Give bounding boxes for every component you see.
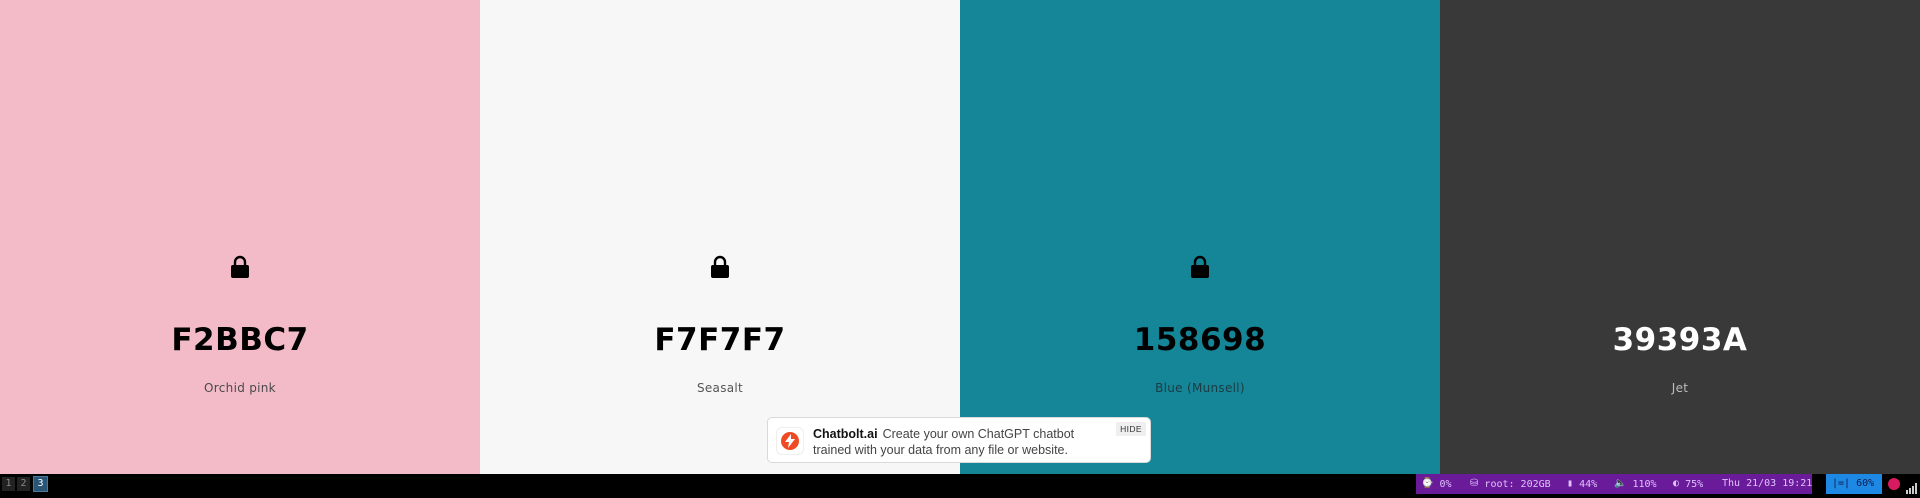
hex-code[interactable]: 158698	[960, 322, 1440, 358]
color-swatch-3[interactable]: 158698 Blue (Munsell)	[960, 0, 1440, 474]
color-name: Jet	[1671, 381, 1689, 395]
color-swatch-4[interactable]: 39393A Jet	[1440, 0, 1920, 474]
color-swatch-1[interactable]: F2BBC7 Orchid pink	[0, 0, 480, 474]
battery-icon: ◐	[1673, 478, 1680, 489]
gauge-icon: ⌚	[1421, 478, 1434, 489]
memory-icon: ▮	[1567, 478, 1574, 489]
hide-button[interactable]: HIDE	[1116, 422, 1146, 436]
app-tray-icon[interactable]	[1888, 478, 1900, 490]
sponsor-text[interactable]: Chatbolt.ai Create your own ChatGPT chatb…	[813, 426, 1103, 458]
disk-status: ⛁ root: 202GB	[1470, 474, 1551, 494]
brightness-status[interactable]: |=| 60%	[1826, 474, 1882, 494]
hex-code[interactable]: 39393A	[1440, 322, 1920, 358]
battery-status: ◐ 75%	[1673, 474, 1704, 494]
workspace-2[interactable]: 2	[17, 477, 30, 491]
chatbolt-logo	[776, 427, 804, 455]
workspace-1[interactable]: 1	[2, 477, 15, 491]
color-palette: F2BBC7 Orchid pink F7F7F7 Seasalt 158698…	[0, 0, 1920, 474]
lock-icon[interactable]	[230, 255, 250, 279]
lock-icon[interactable]	[1190, 255, 1210, 279]
lightning-icon	[785, 434, 795, 448]
datetime[interactable]: Thu 21/03 19:21	[1722, 474, 1813, 494]
color-name: Seasalt	[696, 381, 744, 395]
volume-status[interactable]: 🔈 110%	[1614, 474, 1657, 494]
disk-icon: ⛁	[1470, 478, 1479, 489]
network-icon[interactable]	[1906, 478, 1918, 498]
hex-code[interactable]: F2BBC7	[0, 322, 480, 358]
color-swatch-2[interactable]: F7F7F7 Seasalt	[480, 0, 960, 474]
lock-icon[interactable]	[710, 255, 730, 279]
hex-code[interactable]: F7F7F7	[480, 322, 960, 358]
workspace-3[interactable]: 3	[33, 476, 48, 492]
sponsor-notice[interactable]: Chatbolt.ai Create your own ChatGPT chatb…	[767, 417, 1151, 463]
cpu-status: ⌚ 0%	[1421, 474, 1452, 494]
sponsor-brand[interactable]: Chatbolt.ai	[813, 427, 878, 441]
taskbar: 1 2 3 ⌚ 0% ⛁ root: 202GB ▮ 44% 🔈 110% ◐ …	[0, 474, 1920, 494]
color-name: Orchid pink	[204, 381, 276, 395]
color-name: Blue (Munsell)	[1155, 381, 1245, 395]
speaker-icon: 🔈	[1614, 478, 1627, 489]
memory-status: ▮ 44%	[1567, 474, 1598, 494]
